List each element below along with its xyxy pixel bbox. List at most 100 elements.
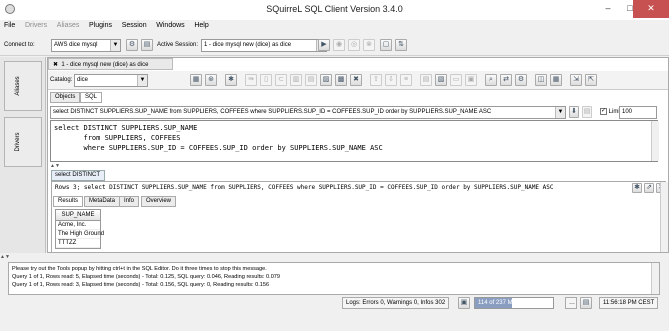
- memory-status[interactable]: 114 of 237 MB: [474, 297, 554, 309]
- replace-icon[interactable]: ⇄: [500, 74, 512, 86]
- tab-overview[interactable]: Overview: [141, 196, 177, 207]
- close-button[interactable]: ✕: [633, 0, 669, 18]
- message-line: Please try out the Tools popup by hittin…: [12, 266, 267, 272]
- menu-drivers[interactable]: Drivers: [21, 20, 51, 29]
- tab-objects-label: Objects: [55, 94, 76, 100]
- driver-icon[interactable]: ⚙: [126, 39, 138, 51]
- tile-windows-icon[interactable]: ⇅: [395, 39, 407, 51]
- export-icon[interactable]: ⇲: [570, 74, 582, 86]
- log-viewer-icon[interactable]: ▣: [458, 297, 470, 309]
- next-session-icon[interactable]: ▶: [318, 39, 330, 51]
- gc-icon[interactable]: ▤: [580, 297, 592, 309]
- save-file-icon[interactable]: ▥: [290, 74, 302, 86]
- minimize-button[interactable]: –: [597, 0, 619, 18]
- limit-rows-input[interactable]: 100: [619, 106, 657, 119]
- main-toolbar: Connect to: AWS dice mysql ▼ ⚙ ▤ Active …: [0, 35, 669, 56]
- side-tab-aliases-label: Aliases: [15, 76, 21, 96]
- result-tools-icon[interactable]: ✱: [632, 183, 642, 193]
- tab-info[interactable]: Info: [119, 196, 140, 207]
- bookmark-icon[interactable]: ▤: [420, 74, 432, 86]
- run-all-icon[interactable]: ⊛: [205, 74, 217, 86]
- results-table: SUP_NAME Acme, Inc. The High Ground TTTZ…: [55, 209, 104, 249]
- tab-results[interactable]: Results: [53, 196, 84, 207]
- tab-objects[interactable]: Objects: [50, 92, 81, 103]
- refresh-icon[interactable]: ◉: [333, 39, 345, 51]
- active-session-select[interactable]: 1 - dice mysql new (dice) as dice ▼: [201, 39, 327, 52]
- sql-tab-icon[interactable]: ▧: [435, 74, 447, 86]
- sql-history-select[interactable]: select DISTINCT SUPPLIERS.SUP_NAME from …: [50, 106, 566, 119]
- layout-icon[interactable]: ▭: [450, 74, 462, 86]
- history-icon[interactable]: ≡: [400, 74, 412, 86]
- close-icon[interactable]: ✖: [53, 62, 58, 68]
- result-tab-label: select DISTINCT: [55, 172, 101, 178]
- side-tab-drivers[interactable]: Drivers: [4, 117, 42, 167]
- commit-icon[interactable]: ◎: [348, 39, 360, 51]
- table-view-icon[interactable]: ▦: [550, 74, 562, 86]
- message-line: Query 1 of 1, Rows read: 5, Elapsed time…: [12, 274, 281, 280]
- chevron-down-icon: ▼: [555, 107, 565, 118]
- message-scrollbar[interactable]: [651, 263, 659, 294]
- session-tab-label: 1 - dice mysql new (dice) as dice: [61, 62, 149, 68]
- title-bar: SQuirreL SQL Client Version 3.4.0 – □ ✕: [0, 0, 669, 20]
- memory-label: 114 of 237 MB: [478, 300, 517, 306]
- limit-rows-checkbox[interactable]: ✓: [600, 108, 607, 115]
- message-splitter[interactable]: ▲▼: [0, 254, 669, 260]
- menu-aliases[interactable]: Aliases: [53, 20, 84, 29]
- active-session-value: 1 - dice mysql new (dice) as dice: [204, 42, 292, 48]
- session-window-tab[interactable]: ✖ 1 - dice mysql new (dice) as dice: [48, 58, 173, 70]
- previous-sql-icon[interactable]: ⬇: [569, 106, 579, 118]
- print-icon[interactable]: ▩: [335, 74, 347, 86]
- delete-icon[interactable]: ✖: [350, 74, 362, 86]
- connect-icon[interactable]: ▤: [141, 39, 153, 51]
- chevron-down-icon: ▼: [137, 75, 147, 86]
- tab-metadata-label: MetaData: [89, 198, 116, 204]
- sql-editor[interactable]: select DISTINCT SUPPLIERS.SUP_NAME from …: [50, 120, 658, 162]
- results-scrollbar[interactable]: [660, 182, 668, 252]
- sql-options-icon[interactable]: ▤: [582, 106, 592, 118]
- tab-metadata[interactable]: MetaData: [84, 196, 121, 207]
- message-log: Please try out the Tools popup by hittin…: [8, 262, 660, 295]
- active-session-label: Active Session:: [157, 42, 199, 48]
- result-tab[interactable]: select DISTINCT: [51, 170, 105, 181]
- import-icon[interactable]: ⇱: [585, 74, 597, 86]
- new-file-icon[interactable]: ▯: [260, 74, 272, 86]
- editor-scrollbar[interactable]: [651, 121, 659, 161]
- connect-select[interactable]: AWS dice mysql ▼: [51, 39, 121, 52]
- table-row[interactable]: The High Ground: [56, 230, 104, 239]
- chevron-down-icon: ▼: [110, 40, 120, 51]
- side-tab-aliases[interactable]: Aliases: [4, 61, 42, 111]
- find-icon[interactable]: ⌕: [485, 74, 497, 86]
- bottom-strip: [0, 311, 669, 331]
- menu-file[interactable]: File: [0, 20, 19, 29]
- next-icon[interactable]: ⇩: [385, 74, 397, 86]
- catalog-select[interactable]: dice ▼: [74, 74, 148, 87]
- format-icon[interactable]: ▣: [465, 74, 477, 86]
- run-sql-icon[interactable]: ▦: [190, 74, 202, 86]
- column-header-sup-name[interactable]: SUP_NAME: [56, 210, 100, 221]
- open-file-icon[interactable]: ⊂: [275, 74, 287, 86]
- paste-icon[interactable]: ▨: [320, 74, 332, 86]
- menu-plugins[interactable]: Plugins: [85, 20, 116, 29]
- rollback-icon[interactable]: ⊗: [363, 39, 375, 51]
- previous-icon[interactable]: ⇧: [370, 74, 382, 86]
- tab-sql[interactable]: SQL: [80, 92, 103, 103]
- menu-session[interactable]: Session: [118, 20, 151, 29]
- new-sql-worksheet-icon[interactable]: ▢: [380, 39, 392, 51]
- editor-splitter[interactable]: ▲▼: [50, 163, 658, 169]
- editor-line: where SUPPLIERS.SUP_ID = COFFEES.SUP_ID …: [54, 144, 383, 152]
- tab-info-label: Info: [124, 198, 135, 204]
- settings-icon[interactable]: ⚙: [515, 74, 527, 86]
- logs-status[interactable]: Logs: Errors 0, Warnings 0, Infos 302: [342, 297, 450, 309]
- indent-icon[interactable]: ⇛: [245, 74, 257, 86]
- menu-help[interactable]: Help: [190, 20, 212, 29]
- graph-icon[interactable]: ◫: [535, 74, 547, 86]
- table-row[interactable]: TTTZZ: [56, 239, 100, 248]
- tab-sql-label: SQL: [85, 94, 98, 100]
- popout-icon[interactable]: ⇗: [644, 183, 654, 193]
- gc-button[interactable]: …: [565, 297, 577, 309]
- menu-windows[interactable]: Windows: [152, 20, 188, 29]
- result-panel: [51, 181, 666, 253]
- table-row[interactable]: Acme, Inc.: [56, 221, 100, 230]
- copy-icon[interactable]: ▤: [305, 74, 317, 86]
- sql-tools-icon[interactable]: ✱: [225, 74, 237, 86]
